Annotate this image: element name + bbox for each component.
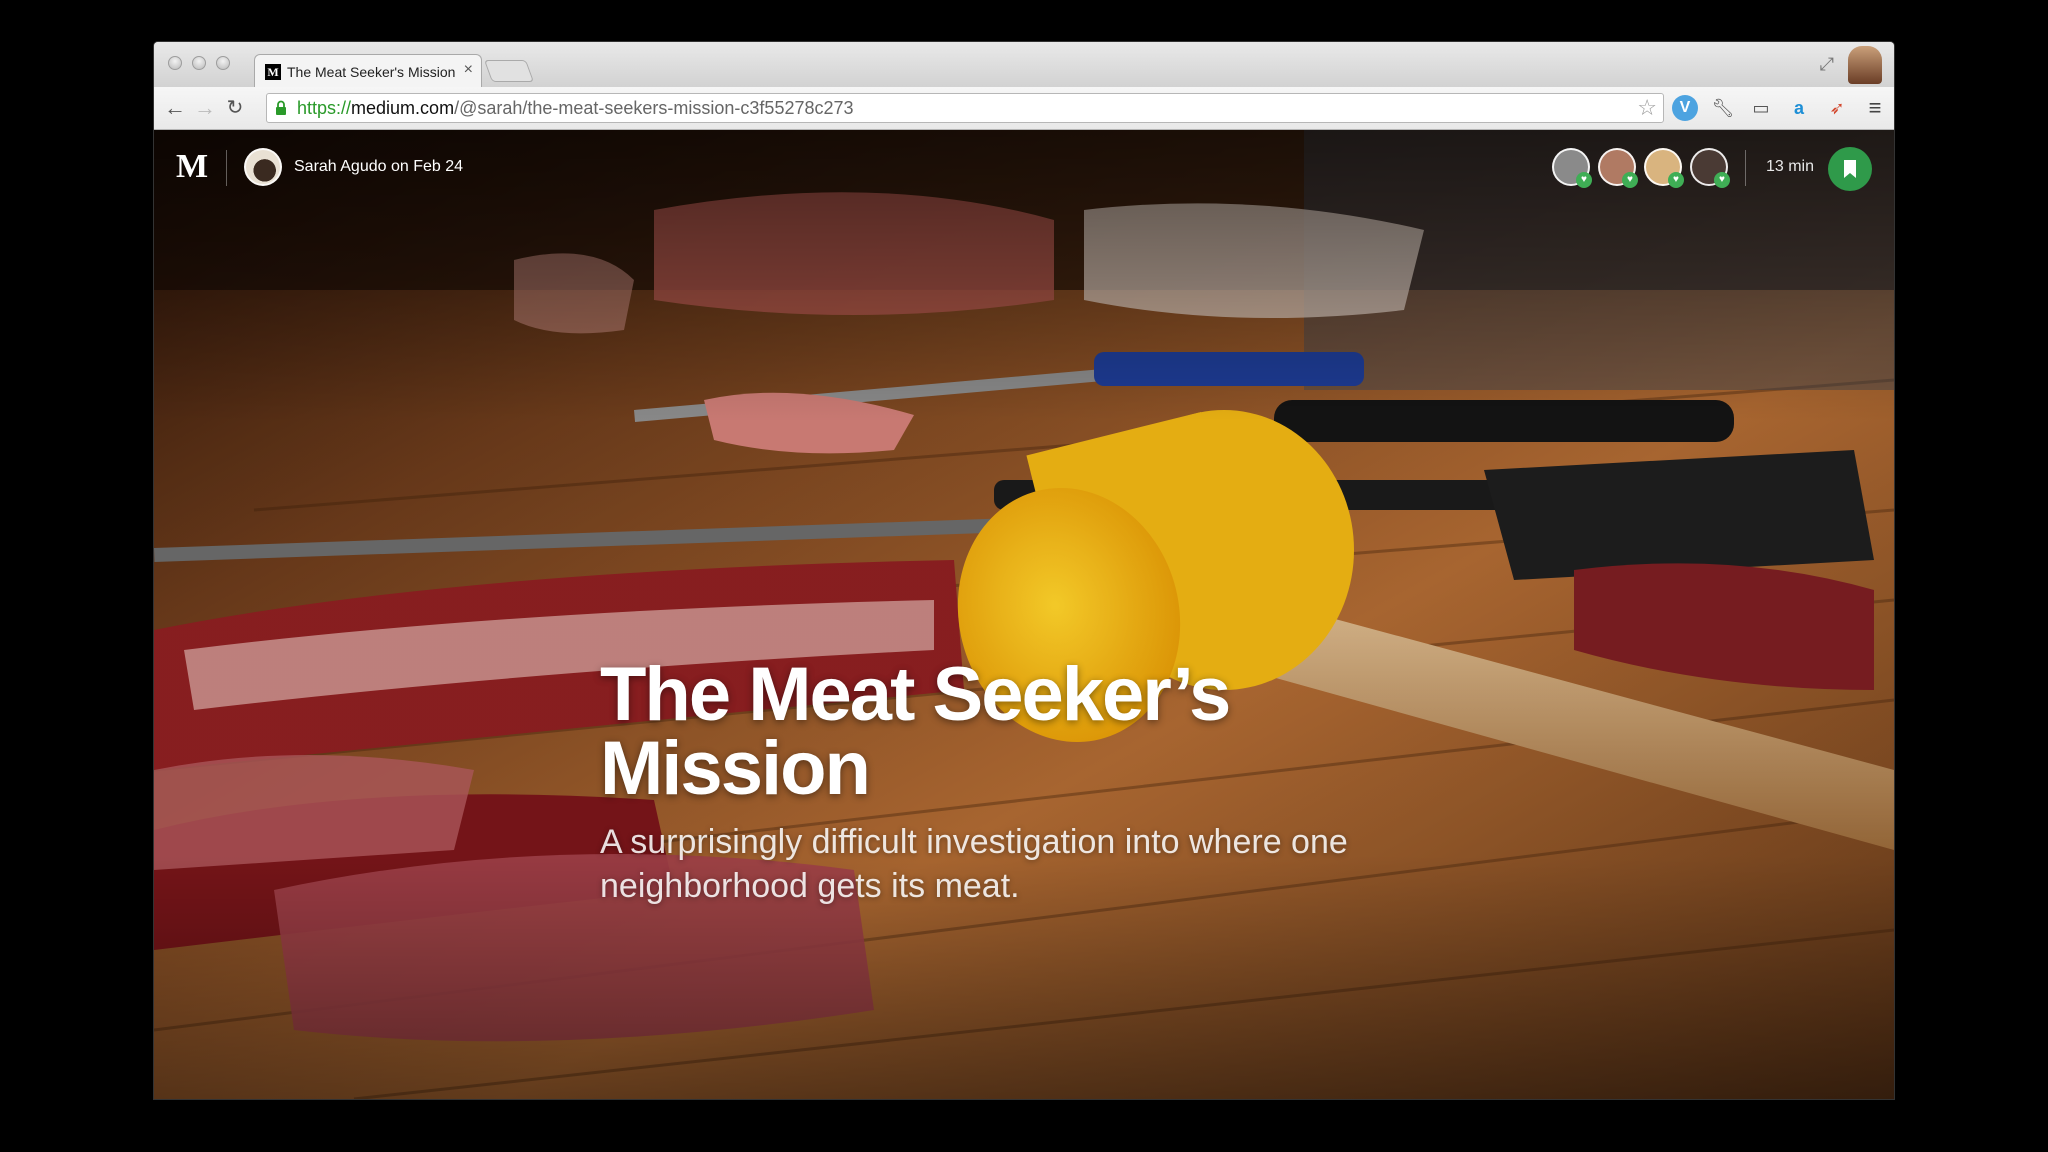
heart-icon: ♥: [1668, 172, 1684, 188]
heart-icon: ♥: [1622, 172, 1638, 188]
back-arrow-icon[interactable]: ←: [162, 95, 188, 121]
url-path: /@sarah/the-meat-seekers-mission-c3f5527…: [454, 98, 854, 118]
rocket-icon[interactable]: ➶: [1824, 95, 1850, 121]
reader-avatars: ♥ ♥ ♥ ♥: [1552, 148, 1730, 188]
lock-icon: [276, 100, 286, 115]
hamburger-menu-icon[interactable]: ≡: [1862, 95, 1888, 121]
url-host: medium.com: [351, 98, 455, 118]
minimize-window-button[interactable]: [192, 56, 206, 70]
tab-bar: M The Meat Seeker's Mission × ⤢: [154, 42, 1894, 88]
article-subtitle: A surprisingly difficult investigation i…: [600, 823, 1348, 905]
tab-close-icon[interactable]: ×: [464, 61, 473, 79]
window-controls: [168, 56, 230, 70]
url-text: https://medium.com/@sarah/the-meat-seeke…: [297, 98, 854, 119]
zoom-window-button[interactable]: [216, 56, 230, 70]
divider: [1745, 150, 1746, 186]
forward-arrow-icon[interactable]: →: [192, 95, 218, 121]
close-window-button[interactable]: [168, 56, 182, 70]
wrench-icon[interactable]: 🔧︎: [1710, 95, 1736, 121]
bookmark-star-icon[interactable]: ☆: [1637, 95, 1657, 121]
hero-image: [154, 130, 1894, 1099]
medium-logo[interactable]: M: [176, 148, 208, 186]
address-bar[interactable]: https://medium.com/@sarah/the-meat-seeke…: [266, 93, 1664, 123]
heart-icon: ♥: [1576, 172, 1592, 188]
browser-profile-avatar[interactable]: [1848, 46, 1882, 84]
url-scheme: https://: [297, 98, 352, 118]
screen: M The Meat Seeker's Mission × ⤢ ← → ↻ ht…: [0, 0, 2048, 1152]
reader-avatar[interactable]: ♥: [1552, 148, 1592, 188]
read-time: 13 min: [1765, 158, 1814, 175]
divider: [226, 150, 227, 186]
amazon-extension-icon[interactable]: a: [1786, 95, 1812, 121]
medium-metabar: M Sarah Agudo on Feb 24 ♥ ♥ ♥ ♥ 13 min: [154, 130, 1894, 210]
author-byline[interactable]: Sarah Agudo on Feb 24: [294, 158, 463, 176]
reader-avatar[interactable]: ♥: [1644, 148, 1684, 188]
bookmark-button[interactable]: [1828, 147, 1872, 191]
reader-avatar[interactable]: ♥: [1690, 148, 1730, 188]
reader-avatar[interactable]: ♥: [1598, 148, 1638, 188]
bookmark-icon: [1844, 160, 1856, 178]
browser-window: M The Meat Seeker's Mission × ⤢ ← → ↻ ht…: [154, 42, 1894, 1099]
tab-title: The Meat Seeker's Mission: [287, 64, 455, 80]
reload-icon[interactable]: ↻: [222, 95, 248, 121]
new-tab-button[interactable]: [483, 60, 535, 82]
cast-icon[interactable]: ▭: [1748, 95, 1774, 121]
page-content: M Sarah Agudo on Feb 24 ♥ ♥ ♥ ♥ 13 min T…: [154, 130, 1894, 1099]
author-avatar[interactable]: [244, 148, 282, 186]
extension-icons: V 🔧︎ ▭ a ➶ ≡: [1672, 95, 1888, 121]
tab-active[interactable]: M The Meat Seeker's Mission ×: [254, 54, 482, 88]
browser-toolbar: ← → ↻ https://medium.com/@sarah/the-meat…: [154, 87, 1894, 130]
vimeo-extension-icon[interactable]: V: [1672, 95, 1698, 121]
heart-icon: ♥: [1714, 172, 1730, 188]
article-title: The Meat Seeker’s Mission: [600, 652, 1231, 811]
medium-favicon-icon: M: [265, 64, 281, 80]
fullscreen-icon[interactable]: ⤢: [1820, 54, 1834, 75]
